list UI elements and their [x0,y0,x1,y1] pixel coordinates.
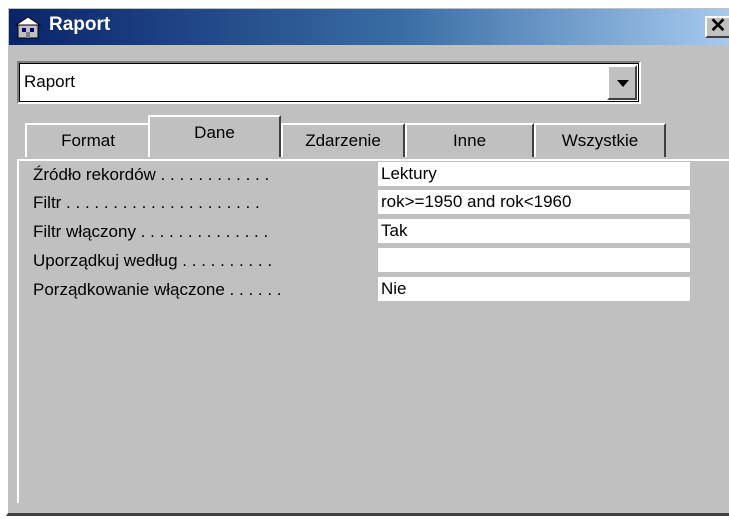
object-selector-value: Raport [24,72,76,91]
tab-zdarzenie[interactable]: Zdarzenie [281,123,405,157]
property-label: Filtr . . . . . . . . . . . . . . . . . … [33,193,260,212]
property-label: Filtr włączony . . . . . . . . . . . . .… [33,222,269,241]
title-bar[interactable]: Raport [9,9,729,45]
tab-inne[interactable]: Inne [405,123,534,157]
close-icon: ✕ [709,15,727,37]
chevron-down-icon [617,80,629,87]
property-label: Uporządkuj według . . . . . . . . . . [33,251,273,270]
tab-wszystkie-label: Wszystkie [561,131,639,150]
object-selector-combobox[interactable]: Raport [17,61,641,104]
tab-zdarzenie-label: Zdarzenie [305,131,381,150]
property-label: Porządkowanie włączone . . . . . . [33,280,282,299]
dropdown-button[interactable] [607,65,637,100]
tab-format-label: Format [61,131,115,150]
tab-inne-label: Inne [452,131,487,150]
tab-dane-label: Dane [194,123,235,142]
property-label: Źródło rekordów . . . . . . . . . . . . [33,165,270,184]
window-title: Raport [49,14,111,35]
close-button[interactable]: ✕ [705,16,729,38]
property-value-field[interactable]: Lektury [378,162,690,186]
tab-wszystkie[interactable]: Wszystkie [534,123,666,157]
property-value-field[interactable]: rok>=1950 and rok<1960 [378,190,690,214]
property-sheet-window: Raport ✕ Raport Format Dane Zdarzenie In… [6,6,729,516]
property-value-field[interactable]: Tak [378,219,690,243]
report-properties-icon [15,16,41,39]
tab-format[interactable]: Format [25,123,151,157]
property-value-field[interactable] [378,248,690,272]
property-value-field[interactable]: Nie [378,277,690,301]
tab-dane[interactable]: Dane [148,115,281,157]
